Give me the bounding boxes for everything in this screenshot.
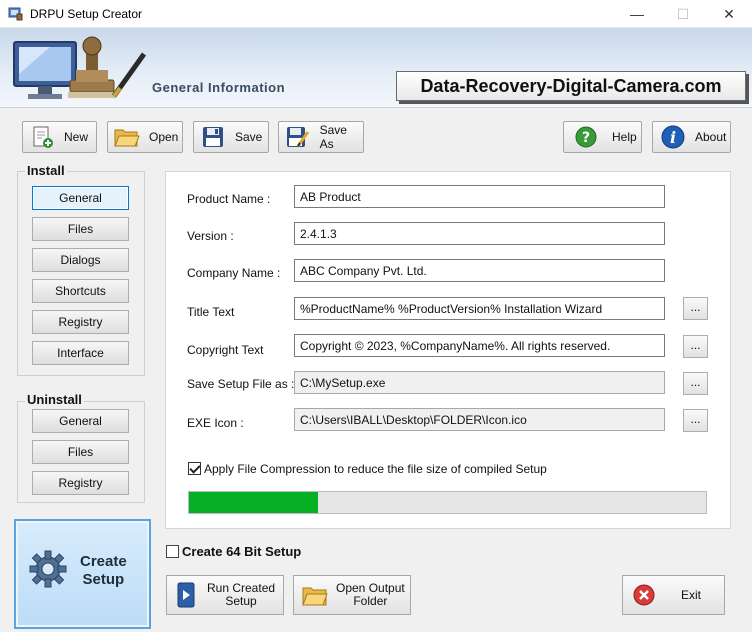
save-button[interactable]: Save	[193, 121, 269, 153]
open-button[interactable]: Open	[107, 121, 183, 153]
open-output-folder-line2: Folder	[353, 594, 388, 608]
run-setup-icon	[177, 582, 195, 608]
title-text-input[interactable]	[294, 297, 665, 320]
copyright-text-label: Copyright Text	[187, 343, 264, 357]
install-group-title: Install	[25, 163, 67, 178]
help-button-label: Help	[612, 130, 637, 144]
open-button-label: Open	[149, 130, 179, 144]
help-icon: ?	[572, 125, 600, 149]
create-64bit-checkbox[interactable]	[166, 545, 179, 558]
save-as-button[interactable]: Save As	[278, 121, 364, 153]
folder-icon	[302, 587, 328, 606]
copyright-text-browse-button[interactable]: ...	[683, 335, 708, 358]
compression-checkbox[interactable]	[188, 462, 201, 475]
save-setup-file-label: Save Setup File as :	[187, 377, 295, 391]
about-button[interactable]: i About	[652, 121, 731, 153]
copyright-text-input[interactable]	[294, 334, 665, 357]
company-name-input[interactable]	[294, 259, 665, 282]
help-button[interactable]: ? Help	[563, 121, 642, 153]
save-as-icon	[284, 125, 312, 149]
uninstall-registry-button[interactable]: Registry	[32, 471, 129, 495]
close-button[interactable]: ✕	[706, 0, 752, 28]
maximize-button[interactable]: ☐	[660, 0, 706, 28]
uninstall-general-button[interactable]: General	[32, 409, 129, 433]
create-setup-label-line1: Create	[80, 553, 127, 570]
exe-icon-input[interactable]	[294, 408, 665, 431]
compression-label: Apply File Compression to reduce the fil…	[204, 462, 547, 476]
new-document-icon	[28, 125, 56, 149]
install-shortcuts-button[interactable]: Shortcuts	[32, 279, 129, 303]
section-title: General Information	[152, 80, 286, 95]
compile-progress-bar	[188, 491, 707, 514]
exit-icon	[633, 584, 655, 606]
save-button-label: Save	[235, 130, 263, 144]
title-text-label: Title Text	[187, 305, 235, 319]
install-files-button[interactable]: Files	[32, 217, 129, 241]
open-output-folder-button[interactable]: Open Output Folder	[293, 575, 411, 615]
save-setup-file-input[interactable]	[294, 371, 665, 394]
title-text-browse-button[interactable]: ...	[683, 297, 708, 320]
monitor-stamp-logo-icon	[13, 36, 147, 99]
product-name-label: Product Name :	[187, 192, 271, 206]
exe-icon-label: EXE Icon :	[187, 416, 244, 430]
run-created-setup-button[interactable]: Run Created Setup	[166, 575, 284, 615]
new-button[interactable]: New	[22, 121, 97, 153]
open-output-folder-label: Open Output Folder	[336, 582, 405, 608]
svg-text:?: ?	[582, 130, 590, 146]
svg-text:i: i	[670, 128, 676, 147]
minimize-button[interactable]: —	[614, 0, 660, 28]
install-interface-button[interactable]: Interface	[32, 341, 129, 365]
run-created-setup-line2: Setup	[225, 594, 257, 608]
new-button-label: New	[64, 130, 89, 144]
header-banner: General Information Data-Recovery-Digita…	[0, 28, 752, 108]
exit-button-label: Exit	[681, 588, 702, 602]
create-64bit-label: Create 64 Bit Setup	[182, 544, 302, 559]
folder-open-icon	[113, 125, 141, 149]
general-info-form: Product Name : Version : Company Name : …	[165, 171, 731, 529]
uninstall-files-button[interactable]: Files	[32, 440, 129, 464]
website-banner: Data-Recovery-Digital-Camera.com	[396, 71, 746, 101]
compile-progress-fill	[189, 492, 319, 513]
exit-button[interactable]: Exit	[622, 575, 725, 615]
window-title: DRPU Setup Creator	[30, 7, 143, 21]
product-name-input[interactable]	[294, 185, 665, 208]
title-bar: DRPU Setup Creator — ☐ ✕	[0, 0, 752, 28]
floppy-save-icon	[199, 125, 227, 149]
exe-icon-browse-button[interactable]: ...	[683, 409, 708, 432]
version-label: Version :	[187, 229, 234, 243]
create-setup-button[interactable]: Create Setup	[14, 519, 151, 629]
save-setup-file-browse-button[interactable]: ...	[683, 372, 708, 395]
main-content: New Open Save Save As ? Help i About Ins…	[0, 108, 752, 632]
create-setup-label-line2: Setup	[82, 571, 125, 588]
info-icon: i	[659, 125, 687, 149]
install-general-button[interactable]: General	[32, 186, 129, 210]
run-created-setup-label: Run Created Setup	[207, 582, 275, 608]
install-dialogs-button[interactable]: Dialogs	[32, 248, 129, 272]
install-registry-button[interactable]: Registry	[32, 310, 129, 334]
app-icon	[8, 7, 23, 21]
uninstall-group-title: Uninstall	[25, 392, 84, 407]
create-setup-label: Create Setup	[80, 553, 127, 589]
gear-icon	[29, 550, 67, 588]
save-as-button-label: Save As	[319, 123, 347, 151]
about-button-label: About	[695, 130, 727, 144]
version-input[interactable]	[294, 222, 665, 245]
company-name-label: Company Name :	[187, 266, 281, 280]
